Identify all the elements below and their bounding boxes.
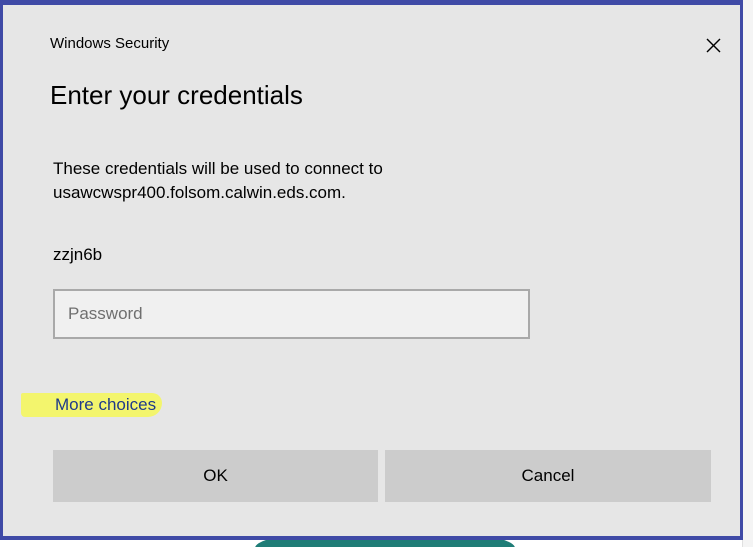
credentials-dialog: Windows Security Enter your credentials … (0, 0, 743, 540)
dialog-message: These credentials will be used to connec… (53, 157, 653, 205)
close-icon (706, 38, 720, 52)
desktop: Windows Security Enter your credentials … (0, 0, 753, 547)
close-button[interactable] (695, 27, 731, 63)
more-choices-link[interactable]: More choices (21, 393, 163, 417)
background-scrollbar (742, 0, 753, 547)
dialog-heading: Enter your credentials (50, 80, 303, 110)
message-line-1: These credentials will be used to connec… (53, 159, 383, 178)
message-line-2: usawcwspr400.folsom.calwin.eds.com. (53, 183, 346, 202)
cancel-button[interactable]: Cancel (385, 450, 711, 502)
ok-button[interactable]: OK (53, 450, 378, 502)
password-input[interactable] (53, 289, 530, 339)
username-label: zzjn6b (53, 245, 103, 264)
window-title: Windows Security (50, 35, 170, 52)
